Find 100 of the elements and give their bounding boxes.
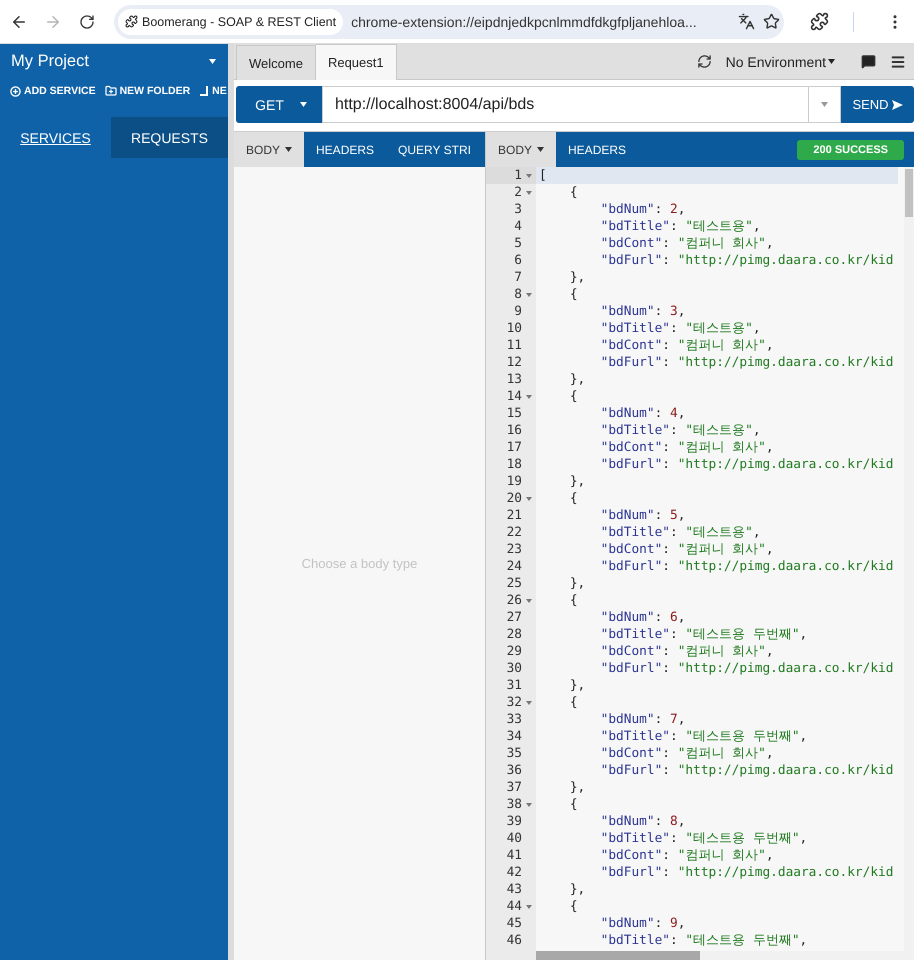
code-line: "bdCont": "컴퍼니 회사",	[600, 745, 774, 762]
code-line: "bdNum": 6,	[600, 609, 686, 626]
line-number: 26	[486, 592, 536, 609]
line-number: 18	[506, 456, 523, 473]
method-dropdown[interactable]: GET	[236, 86, 322, 123]
line-number: 38	[486, 796, 536, 813]
url-field[interactable]: http://localhost:8004/api/bds	[322, 86, 808, 123]
line-number: 25	[506, 575, 523, 592]
line-number: 42	[506, 864, 523, 881]
line-number: 24	[506, 558, 523, 575]
code-line: },	[568, 881, 586, 898]
panel-tab[interactable]: QUERY STRI	[386, 132, 483, 167]
line-number: 37	[506, 779, 523, 796]
line-number: 8	[486, 286, 536, 303]
line-number: 43	[506, 881, 523, 898]
line-number: 46	[506, 932, 523, 949]
code-line: "bdFurl": "http://pimg.daara.co.kr/kid	[600, 354, 894, 371]
extensions-icon[interactable]	[810, 12, 829, 31]
code-line: },	[568, 371, 586, 388]
line-number: 44	[486, 898, 536, 915]
code-line: {	[568, 592, 578, 609]
horizontal-scrollbar[interactable]	[536, 951, 904, 960]
line-number: 27	[506, 609, 523, 626]
code-line: "bdCont": "컴퍼니 회사",	[600, 643, 774, 660]
address-bar[interactable]: Boomerang - SOAP & REST Client chrome-extension://eipdnjedkpcnlmmdfdkgfpljanehloa...	[114, 4, 784, 38]
fold-caret-icon[interactable]	[526, 174, 532, 178]
reload-icon	[79, 14, 95, 30]
line-number: 13	[506, 371, 523, 388]
document-tab[interactable]: Welcome	[236, 45, 316, 80]
send-button[interactable]: SEND	[841, 86, 914, 123]
line-number: 45	[506, 915, 523, 932]
site-chip[interactable]: Boomerang - SOAP & REST Client	[118, 8, 344, 34]
code-line: "bdTitle": "테스트용 두번째",	[600, 626, 808, 643]
line-number: 33	[506, 711, 523, 728]
line-number: 22	[506, 524, 523, 541]
code-line: {	[568, 388, 578, 405]
code-line: },	[568, 269, 586, 286]
code-line: {	[568, 898, 578, 915]
caret-icon	[537, 147, 544, 152]
line-number: 40	[506, 830, 523, 847]
fold-caret-icon[interactable]	[526, 802, 532, 806]
line-number: 21	[506, 507, 523, 524]
panel-tab[interactable]: BODY	[234, 132, 304, 167]
line-number: 9	[513, 303, 523, 320]
fold-caret-icon[interactable]	[526, 292, 532, 296]
code-line: "bdNum": 3,	[600, 303, 686, 320]
chat-icon[interactable]	[861, 54, 876, 69]
fold-caret-icon[interactable]	[526, 700, 532, 704]
sidebar-tab[interactable]: REQUESTS	[111, 117, 228, 158]
panel-tab[interactable]: HEADERS	[556, 132, 638, 167]
line-number: 28	[506, 626, 523, 643]
code-line: "bdCont": "컴퍼니 회사",	[600, 541, 774, 558]
environment-dropdown[interactable]: No Environment	[726, 54, 835, 70]
star-icon[interactable]	[763, 13, 780, 30]
code-line: },	[568, 677, 586, 694]
line-number: 5	[513, 235, 523, 252]
line-number: 14	[486, 388, 536, 405]
code-line: "bdTitle": "테스트용 두번째",	[600, 830, 808, 847]
fold-caret-icon[interactable]	[526, 394, 532, 398]
sidebar-action[interactable]: NE	[199, 79, 227, 103]
code-line: },	[568, 473, 586, 490]
caret-icon	[285, 147, 292, 152]
refresh-icon[interactable]	[696, 54, 712, 69]
line-number: 10	[506, 320, 523, 337]
line-number: 2	[486, 184, 536, 201]
line-number: 39	[506, 813, 523, 830]
translate-icon[interactable]	[738, 13, 755, 30]
code-line: "bdTitle": "테스트용",	[600, 422, 761, 439]
caret-icon	[828, 59, 835, 64]
sidebar-action[interactable]: ADD SERVICE	[10, 79, 96, 103]
sidebar-action[interactable]: NEW FOLDER	[104, 79, 190, 103]
line-number: 36	[506, 762, 523, 779]
panel-tab[interactable]: BODY	[486, 132, 556, 167]
menu-icon[interactable]	[890, 54, 906, 70]
fold-caret-icon[interactable]	[526, 598, 532, 602]
caret-icon	[300, 102, 307, 107]
folder-plus-icon	[104, 85, 117, 97]
line-number: 30	[506, 660, 523, 677]
line-number: 23	[506, 541, 523, 558]
fold-caret-icon[interactable]	[526, 496, 532, 500]
code-line: "bdNum": 5,	[600, 507, 686, 524]
line-number: 35	[506, 745, 523, 762]
plus-circle-icon	[10, 86, 21, 96]
fold-caret-icon[interactable]	[526, 904, 532, 908]
line-number: 7	[513, 269, 523, 286]
code-line: "bdTitle": "테스트용",	[600, 218, 761, 235]
document-tab[interactable]: Request1	[316, 44, 397, 80]
caret-icon	[209, 59, 216, 64]
code-line: "bdNum": 4,	[600, 405, 686, 422]
address-text: chrome-extension://eipdnjedkpcnlmmdfdkgfpljanehloa...	[351, 14, 698, 30]
status-badge: 200 SUCCESS	[797, 140, 904, 160]
caret-icon	[821, 102, 828, 107]
line-number: 3	[513, 201, 523, 218]
code-line: "bdFurl": "http://pimg.daara.co.kr/kid	[600, 558, 894, 575]
code-line: {	[568, 184, 578, 201]
panel-tab[interactable]: HEADERS	[304, 132, 386, 167]
vertical-scrollbar[interactable]	[904, 167, 914, 960]
code-line: "bdNum": 7,	[600, 711, 686, 728]
code-line: "bdNum": 8,	[600, 813, 686, 830]
fold-caret-icon[interactable]	[526, 190, 532, 194]
